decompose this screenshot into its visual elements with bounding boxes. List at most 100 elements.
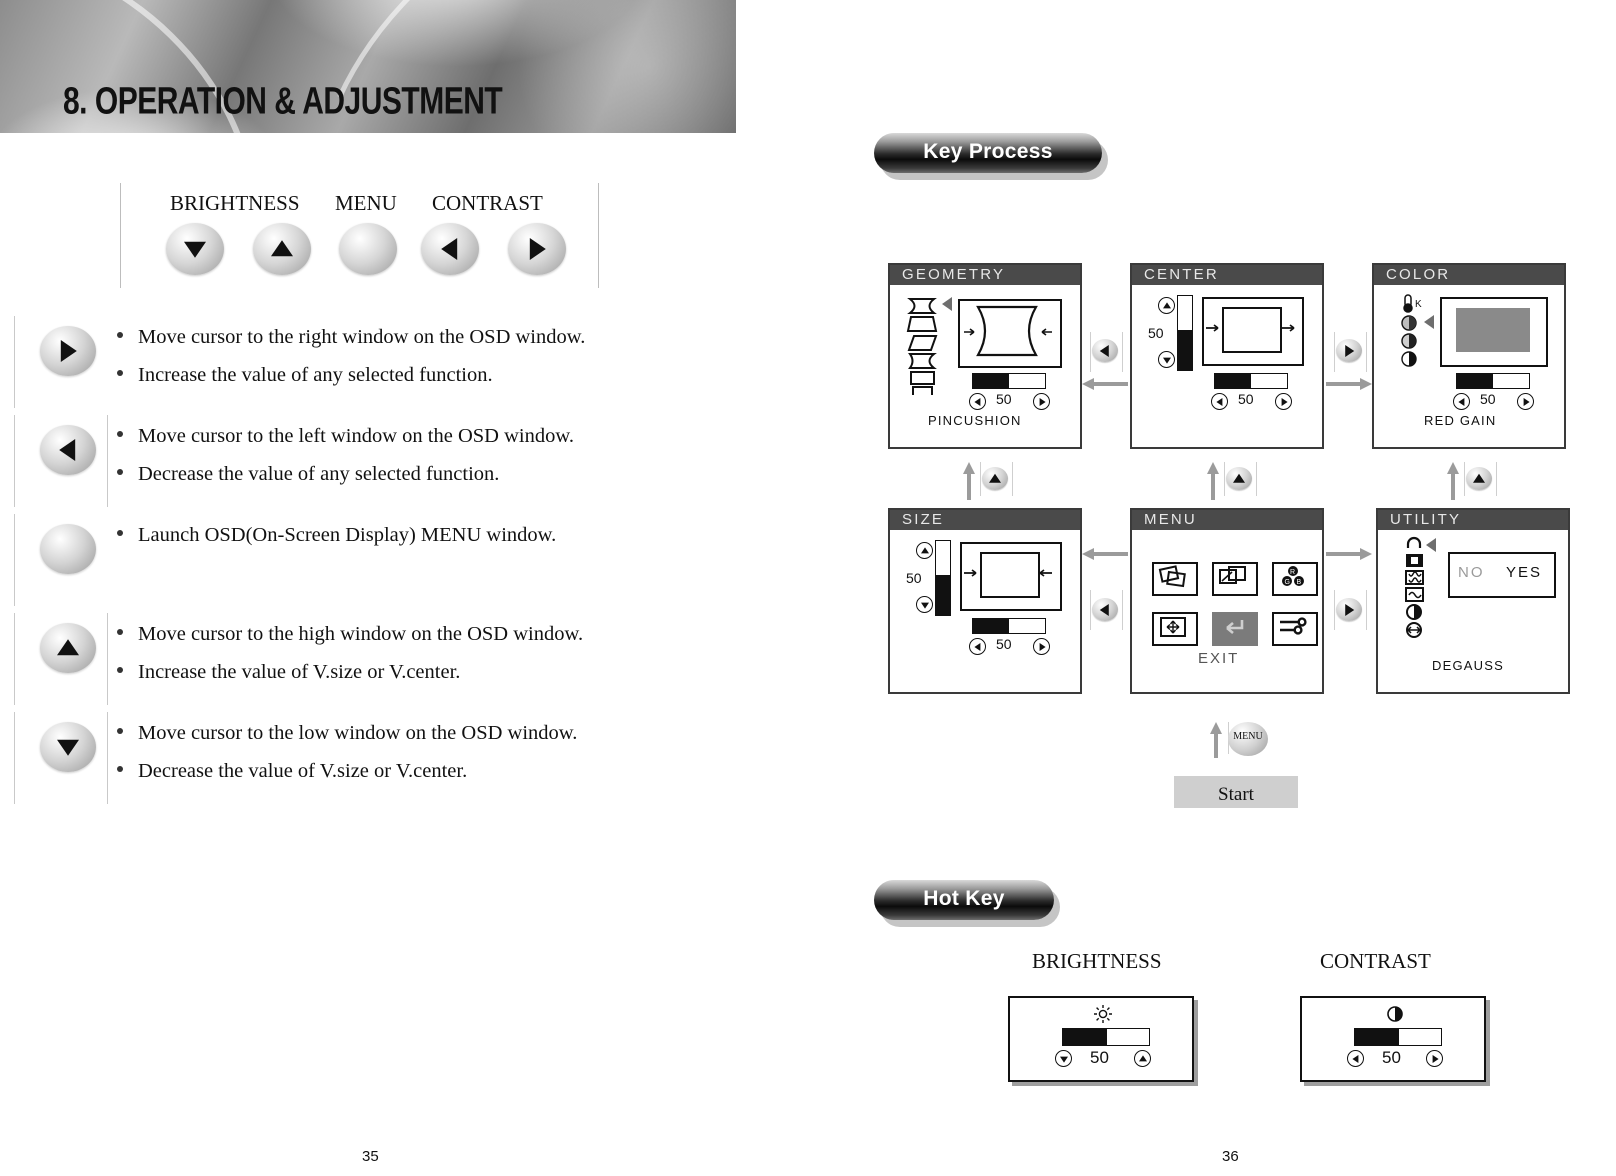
- hotkey-box-contrast: 50: [1300, 996, 1486, 1082]
- nav-up-button-menu-center[interactable]: [1226, 467, 1252, 490]
- color-slider[interactable]: [1456, 373, 1530, 389]
- contrast-slider[interactable]: [1354, 1028, 1442, 1046]
- menu-tile-size[interactable]: [1212, 562, 1258, 596]
- row-divider-left: [14, 415, 15, 507]
- center-vertical-slider[interactable]: [1177, 295, 1193, 371]
- menu-tile-color[interactable]: R G B: [1272, 562, 1318, 596]
- center-decrease-button[interactable]: [1211, 393, 1228, 410]
- contrast-increase-button[interactable]: [1426, 1050, 1443, 1067]
- color-swatch: [1456, 308, 1530, 352]
- geometry-increase-button[interactable]: [1033, 393, 1050, 410]
- menu-tile-center[interactable]: [1152, 612, 1198, 646]
- instruction-text-right: Move cursor to the right window on the O…: [112, 318, 585, 394]
- row-divider-left: [14, 712, 15, 804]
- instruction-row-right: Move cursor to the right window on the O…: [14, 310, 714, 409]
- color-decrease-button[interactable]: [1453, 393, 1470, 410]
- color-increase-button[interactable]: [1517, 393, 1534, 410]
- osd-body-color: K 50 RED GAIN: [1374, 285, 1564, 447]
- menu-tile-utility[interactable]: [1272, 612, 1318, 646]
- right-triangle-icon: [1432, 1054, 1439, 1063]
- key-contrast-left[interactable]: [421, 223, 479, 275]
- size-slider[interactable]: [972, 618, 1046, 634]
- size-decrease-button[interactable]: [969, 638, 986, 655]
- left-triangle-icon: [973, 397, 980, 406]
- center-preview: [1202, 297, 1304, 366]
- nav-up-button-utility-color[interactable]: [1466, 467, 1492, 490]
- size-vertical-slider[interactable]: [935, 540, 951, 616]
- instruction-row-left: Move cursor to the left window on the OS…: [14, 409, 714, 508]
- hot-key-header: Hot Key: [874, 880, 1054, 920]
- right-triangle-icon: [529, 238, 546, 260]
- size-increase-button[interactable]: [1033, 638, 1050, 655]
- label-brightness: BRIGHTNESS: [170, 191, 300, 215]
- nav-arrow-left-1: [1082, 378, 1128, 390]
- icon-right-arrow-button[interactable]: [40, 326, 96, 376]
- geometry-decrease-button[interactable]: [969, 393, 986, 410]
- osd-body-menu: R G B EXIT: [1132, 530, 1322, 692]
- left-triangle-icon: [441, 238, 458, 260]
- down-triangle-icon: [920, 602, 929, 609]
- instruction-row-down: Move cursor to the low window on the OSD…: [14, 706, 714, 805]
- key-brightness-up[interactable]: [253, 223, 311, 275]
- geometry-preview: [958, 299, 1062, 368]
- geometry-slider[interactable]: [972, 373, 1046, 389]
- icon-menu-round-button[interactable]: [40, 524, 96, 574]
- nav-right-button-center-color[interactable]: [1336, 339, 1362, 362]
- left-triangle-icon: [1351, 1054, 1358, 1063]
- sun-icon: [1094, 1005, 1112, 1023]
- instruction-text-menu: Launch OSD(On-Screen Display) MENU windo…: [112, 516, 556, 554]
- center-vertical-down-button[interactable]: [1158, 351, 1175, 368]
- control-key-labels: BRIGHTNESS MENU CONTRAST: [121, 191, 598, 217]
- nav-left-button-menu-size[interactable]: [1092, 598, 1118, 621]
- label-contrast: CONTRAST: [432, 191, 543, 215]
- menu-tile-geometry[interactable]: [1152, 562, 1198, 596]
- nav-left-button-geometry-center[interactable]: [1092, 339, 1118, 362]
- slider-fill: [936, 575, 950, 615]
- right-triangle-icon: [1039, 642, 1046, 651]
- right-triangle-icon: [1039, 397, 1046, 406]
- slider-fill: [973, 619, 1009, 633]
- brightness-decrease-button[interactable]: [1055, 1050, 1072, 1067]
- up-triangle-icon: [57, 639, 79, 656]
- osd-body-utility: NO YES DEGAUSS: [1378, 530, 1568, 692]
- size-vertical-up-button[interactable]: [916, 542, 933, 559]
- utility-yes-option[interactable]: YES: [1506, 564, 1542, 581]
- utility-no-option[interactable]: NO: [1458, 564, 1485, 581]
- icon-down-arrow-button[interactable]: [40, 722, 96, 772]
- nav-divider: [1256, 462, 1257, 496]
- osd-title-geometry: GEOMETRY: [890, 265, 1080, 285]
- rgb-tile-icon: R G B: [1282, 566, 1304, 586]
- nav-right-button-menu-utility[interactable]: [1336, 598, 1362, 621]
- size-vertical-down-button[interactable]: [916, 596, 933, 613]
- center-increase-button[interactable]: [1275, 393, 1292, 410]
- menu-tile-exit[interactable]: [1212, 612, 1258, 646]
- color-preview: [1440, 297, 1548, 367]
- key-contrast-right[interactable]: [508, 223, 566, 275]
- key-menu[interactable]: [339, 223, 397, 275]
- nav-up-button-size-geometry[interactable]: [982, 467, 1008, 490]
- hotkey-box-brightness: 50: [1008, 996, 1194, 1082]
- center-slider[interactable]: [1214, 373, 1288, 389]
- hotkey-label-contrast: CONTRAST: [1320, 949, 1431, 973]
- center-vertical-up-button[interactable]: [1158, 297, 1175, 314]
- nav-divider: [1012, 462, 1013, 496]
- key-brightness-down[interactable]: [166, 223, 224, 275]
- page-number-left: 35: [362, 1148, 379, 1165]
- up-triangle-icon: [1138, 1054, 1147, 1061]
- utility-confirm-box: NO YES: [1448, 552, 1556, 598]
- right-triangle-icon: [1345, 603, 1355, 616]
- down-triangle-icon: [1059, 1056, 1068, 1063]
- brightness-slider[interactable]: [1062, 1028, 1150, 1046]
- icon-up-arrow-button[interactable]: [40, 623, 96, 673]
- contrast-decrease-button[interactable]: [1347, 1050, 1364, 1067]
- size-value: 50: [996, 636, 1012, 652]
- up-triangle-icon: [920, 546, 929, 553]
- chapter-banner: 8. OPERATION & ADJUSTMENT: [0, 0, 736, 133]
- center-value: 50: [1238, 391, 1254, 407]
- left-triangle-icon: [1099, 603, 1109, 616]
- row-divider-left: [14, 514, 15, 606]
- brightness-increase-button[interactable]: [1134, 1050, 1151, 1067]
- icon-left-arrow-button[interactable]: [40, 425, 96, 475]
- page-number-right: 36: [1222, 1148, 1239, 1165]
- menu-key-button[interactable]: MENU: [1228, 722, 1268, 756]
